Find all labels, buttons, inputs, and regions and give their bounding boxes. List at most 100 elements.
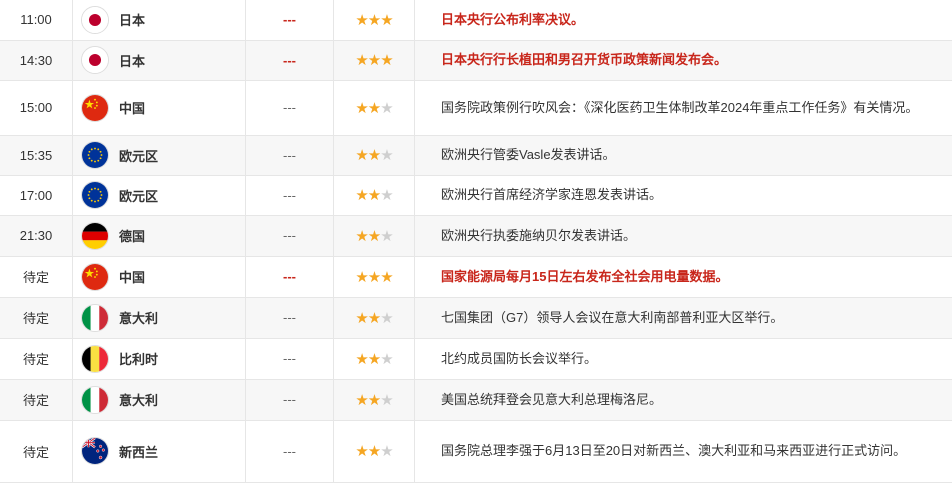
star-icon: ★	[367, 268, 381, 286]
star-icon: ★	[355, 187, 368, 204]
star-icon: ★	[380, 268, 393, 286]
star-icon: ★	[355, 350, 368, 368]
country-name: 欧元区	[117, 135, 246, 176]
country-name: 新西兰	[117, 420, 246, 483]
star-icon: ★	[380, 11, 393, 29]
table-row[interactable]: 15:00 中国 --- ★★★ 国务院政策例行吹风会：《深化医药卫生体制改革2024年…	[0, 80, 952, 136]
flag-cell	[72, 175, 117, 216]
event-description[interactable]: 欧洲央行首席经济学家连恩发表讲话。	[414, 175, 952, 216]
event-time: 待定	[0, 379, 73, 421]
flag-cell	[72, 379, 117, 421]
event-description[interactable]: 北约成员国防长会议举行。	[414, 338, 952, 380]
importance-rating: ★★★	[333, 256, 415, 298]
table-row[interactable]: 14:30 日本 --- ★★★ 日本央行行长植田和男召开货币政策新闻发布会。	[0, 40, 952, 81]
flag-china-icon	[81, 262, 109, 291]
calendar-body: 11:00 日本 --- ★★★ 日本央行公布利率决议。 14:30 日本 --- ★★★ 日本央…	[0, 0, 952, 483]
previous-value: ---	[245, 297, 334, 339]
star-icon: ★	[367, 11, 381, 29]
star-icon: ★	[380, 52, 393, 69]
country-name: 德国	[117, 215, 246, 257]
event-description[interactable]: 国务院政策例行吹风会：《深化医药卫生体制改革2024年重点工作任务》有关情况。	[414, 80, 952, 136]
flag-cell	[72, 338, 117, 380]
previous-value: ---	[245, 379, 334, 421]
star-icon: ★	[355, 443, 368, 460]
star-icon: ★	[355, 268, 368, 286]
star-icon: ★	[367, 350, 381, 368]
event-description[interactable]: 七国集团（G7）领导人会议在意大利南部普利亚大区举行。	[414, 297, 952, 339]
country-name: 意大利	[117, 379, 246, 421]
event-time: 待定	[0, 338, 73, 380]
star-icon: ★	[380, 309, 393, 327]
event-description[interactable]: 日本央行公布利率决议。	[414, 0, 952, 41]
country-name: 比利时	[117, 338, 246, 380]
event-time: 待定	[0, 256, 73, 298]
event-time: 15:35	[0, 135, 73, 176]
flag-cell	[72, 256, 117, 298]
previous-value: ---	[245, 256, 334, 298]
flag-eu-icon	[81, 181, 109, 209]
event-time: 15:00	[0, 80, 73, 136]
star-icon: ★	[355, 391, 368, 409]
importance-rating: ★★★	[333, 175, 415, 216]
importance-rating: ★★★	[333, 379, 415, 421]
importance-rating: ★★★	[333, 135, 415, 176]
country-name: 中国	[117, 80, 246, 136]
table-row[interactable]: 17:00 欧元区 --- ★★★ 欧洲央行首席经济学家连恩发表讲话。	[0, 175, 952, 216]
flag-cell	[72, 135, 117, 176]
flag-japan-icon	[81, 5, 109, 34]
event-description[interactable]: 欧洲央行执委施纳贝尔发表讲话。	[414, 215, 952, 257]
flag-cell	[72, 40, 117, 81]
star-icon: ★	[367, 187, 381, 204]
importance-rating: ★★★	[333, 80, 415, 136]
event-description[interactable]: 国家能源局每月15日左右发布全社会用电量数据。	[414, 256, 952, 298]
flag-belgium-icon	[81, 344, 109, 373]
flag-cell	[72, 297, 117, 339]
previous-value: ---	[245, 215, 334, 257]
event-time: 14:30	[0, 40, 73, 81]
importance-rating: ★★★	[333, 40, 415, 81]
country-name: 日本	[117, 40, 246, 81]
star-icon: ★	[367, 309, 381, 327]
importance-rating: ★★★	[333, 0, 415, 41]
table-row[interactable]: 21:30 德国 --- ★★★ 欧洲央行执委施纳贝尔发表讲话。	[0, 215, 952, 257]
flag-cell	[72, 215, 117, 257]
flag-eu-icon	[81, 141, 109, 169]
star-icon: ★	[355, 309, 368, 327]
table-row[interactable]: 待定 新西兰 --- ★★★ 国务院总理李强于6月13日至20日对新西兰、澳大利亚和马来…	[0, 420, 952, 483]
event-time: 17:00	[0, 175, 73, 216]
star-icon: ★	[367, 99, 381, 117]
star-icon: ★	[355, 227, 368, 245]
importance-rating: ★★★	[333, 215, 415, 257]
star-icon: ★	[367, 52, 381, 69]
table-row[interactable]: 待定 中国 --- ★★★ 国家能源局每月15日左右发布全社会用电量数据。	[0, 256, 952, 298]
table-row[interactable]: 待定 意大利 --- ★★★ 美国总统拜登会见意大利总理梅洛尼。	[0, 379, 952, 421]
star-icon: ★	[355, 147, 368, 164]
event-description[interactable]: 日本央行行长植田和男召开货币政策新闻发布会。	[414, 40, 952, 81]
star-icon: ★	[367, 443, 381, 460]
previous-value: ---	[245, 420, 334, 483]
previous-value: ---	[245, 40, 334, 81]
previous-value: ---	[245, 338, 334, 380]
event-description[interactable]: 欧洲央行管委Vasle发表讲话。	[414, 135, 952, 176]
previous-value: ---	[245, 135, 334, 176]
flag-germany-icon	[81, 221, 109, 250]
event-description[interactable]: 国务院总理李强于6月13日至20日对新西兰、澳大利亚和马来西亚进行正式访问。	[414, 420, 952, 483]
event-time: 21:30	[0, 215, 73, 257]
star-icon: ★	[380, 350, 393, 368]
country-name: 日本	[117, 0, 246, 41]
star-icon: ★	[355, 52, 368, 69]
importance-rating: ★★★	[333, 338, 415, 380]
flag-italy-icon	[81, 303, 109, 332]
table-row[interactable]: 15:35 欧元区 --- ★★★ 欧洲央行管委Vasle发表讲话。	[0, 135, 952, 176]
table-row[interactable]: 待定 意大利 --- ★★★ 七国集团（G7）领导人会议在意大利南部普利亚大区举行。	[0, 297, 952, 339]
flag-cell	[72, 0, 117, 41]
event-description[interactable]: 美国总统拜登会见意大利总理梅洛尼。	[414, 379, 952, 421]
star-icon: ★	[380, 227, 393, 245]
table-row[interactable]: 待定 比利时 --- ★★★ 北约成员国防长会议举行。	[0, 338, 952, 380]
table-row[interactable]: 11:00 日本 --- ★★★ 日本央行公布利率决议。	[0, 0, 952, 41]
event-time: 待定	[0, 420, 73, 483]
previous-value: ---	[245, 80, 334, 136]
star-icon: ★	[380, 99, 393, 117]
flag-china-icon	[81, 93, 109, 122]
importance-rating: ★★★	[333, 420, 415, 483]
